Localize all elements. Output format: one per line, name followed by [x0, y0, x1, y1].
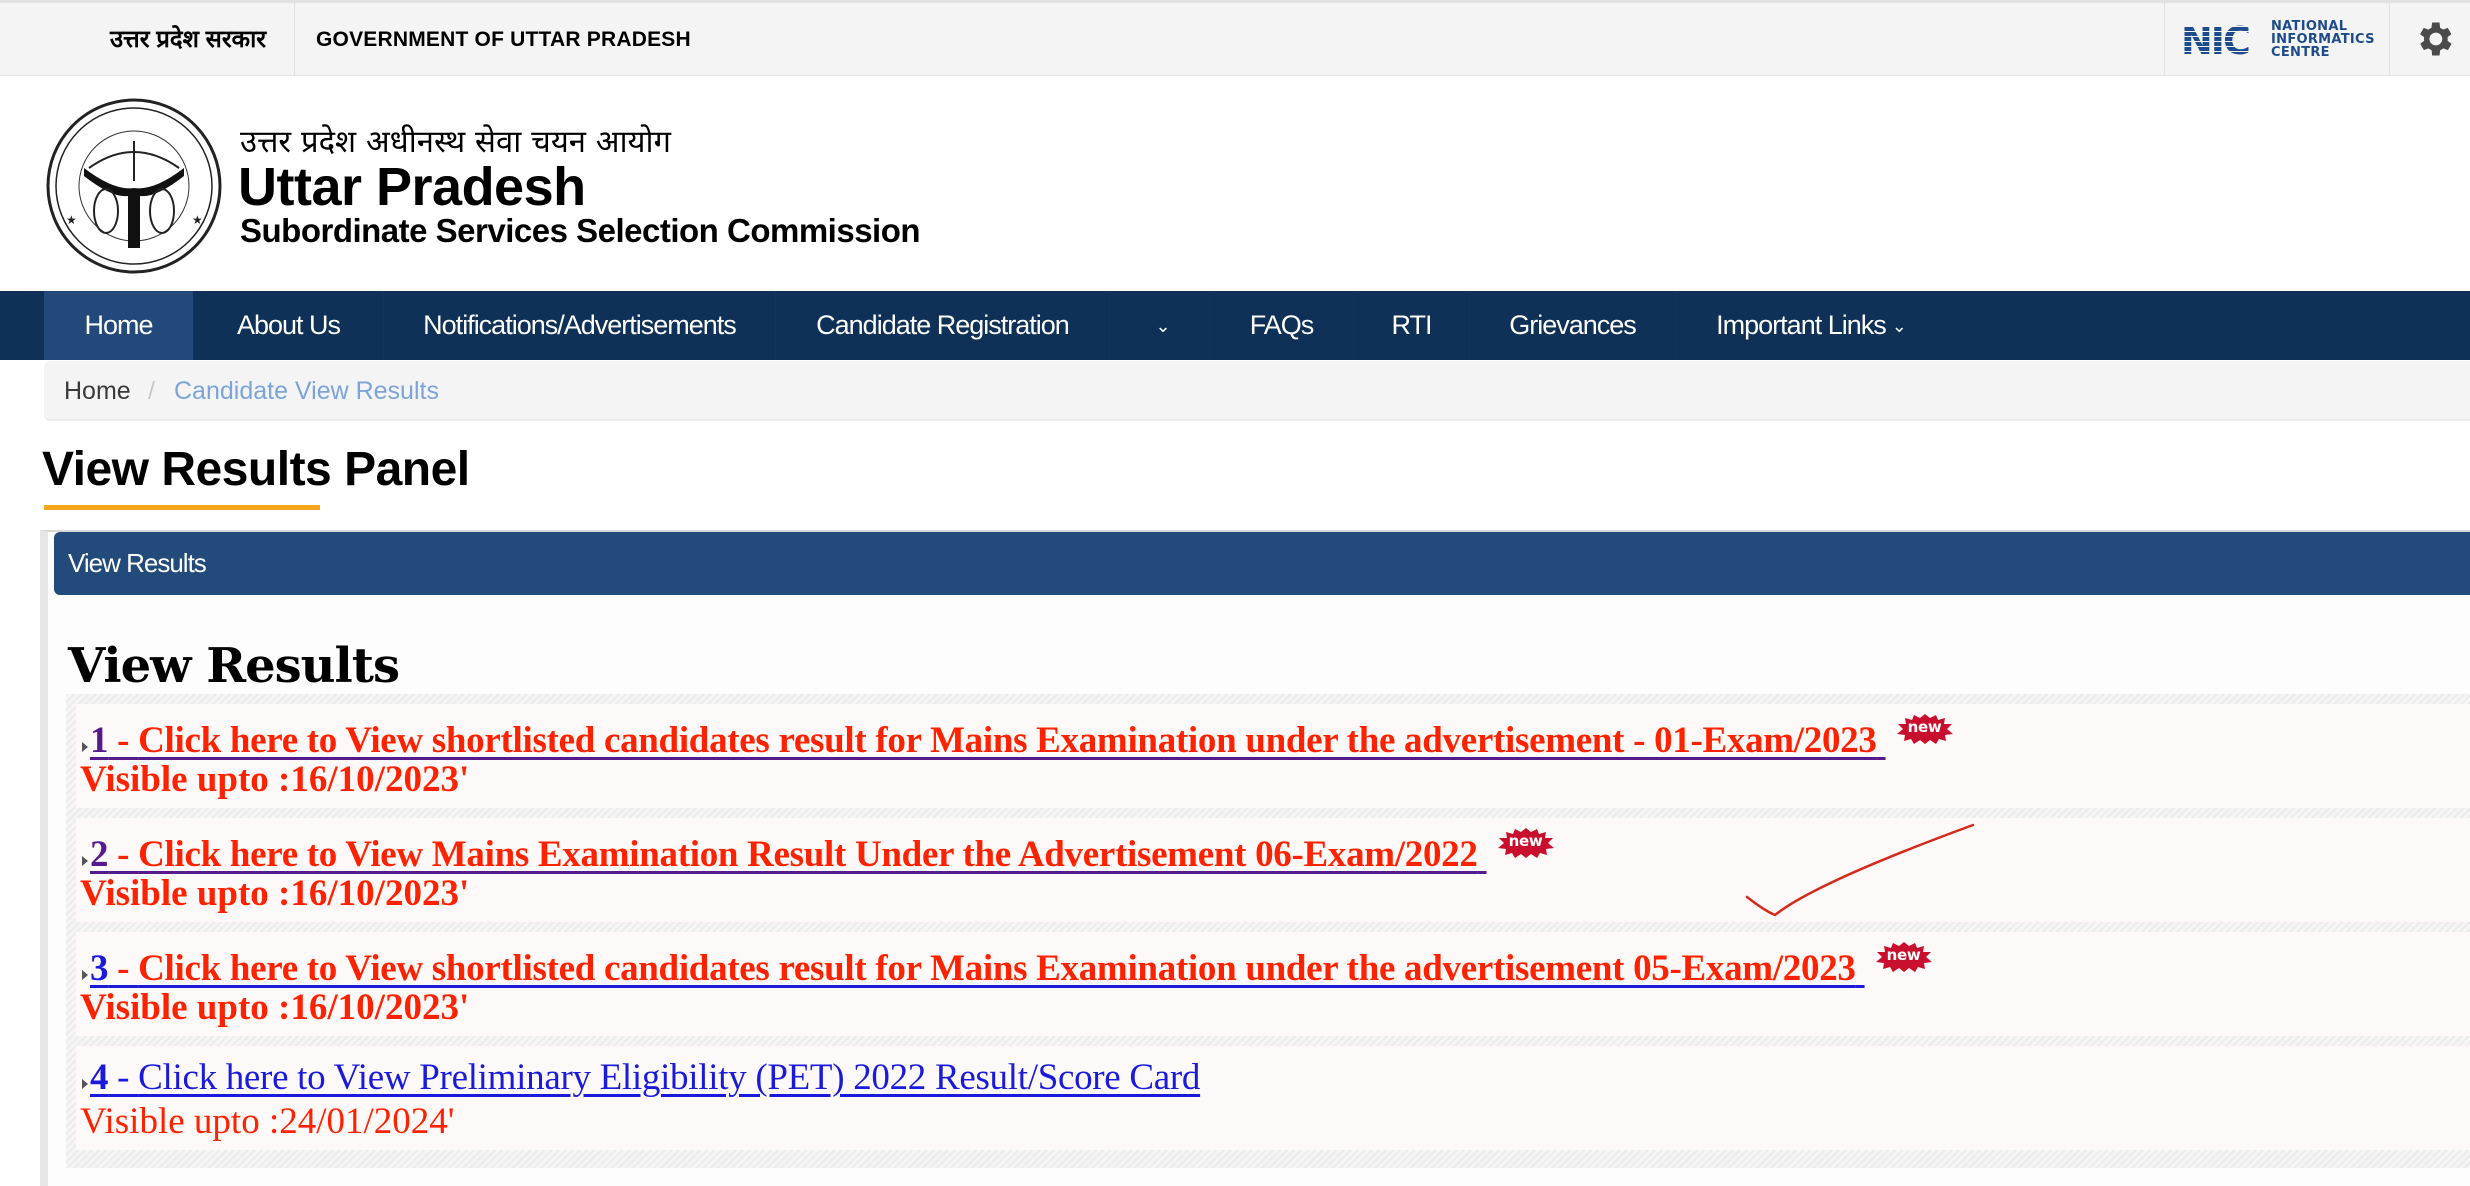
result-dash: - [108, 1057, 139, 1098]
nav-dropdown-toggle[interactable]: ⌄ [1110, 291, 1210, 360]
page-title: View Results Panel [42, 443, 470, 496]
chevron-down-icon: ⌄ [1891, 316, 1907, 336]
chevron-down-icon: ⌄ [1155, 316, 1170, 336]
result-link[interactable]: 1 - Click here to View shortlisted candi… [90, 720, 1886, 761]
site-header: ★ ★ उत्तर प्रदेश अधीनस्थ सेवा चयन आयोग U… [0, 76, 2470, 291]
visible-upto: Visible upto :16/10/2023' [80, 873, 470, 914]
result-link[interactable]: 4 - Click here to View Preliminary Eligi… [90, 1057, 1200, 1098]
breadcrumb-current: Candidate View Results [174, 377, 439, 405]
nav-label: Notifications/Advertisements [423, 310, 737, 340]
nav-label: FAQs [1249, 310, 1315, 340]
brand-title: Uttar Pradesh [238, 157, 586, 217]
nav-grievances[interactable]: Grievances [1470, 291, 1676, 360]
result-link[interactable]: 3 - Click here to View shortlisted candi… [90, 948, 1865, 989]
breadcrumb-home[interactable]: Home [64, 361, 131, 421]
nav-label: Candidate Registration [816, 310, 1070, 340]
view-results-panel: View Results View Results 1 - Click here… [40, 530, 2470, 1186]
nav-label: About Us [236, 310, 341, 340]
nic-logo-text: NATIONAL INFORMATICS CENTRE [2271, 20, 2375, 59]
nav-rti[interactable]: RTI [1354, 291, 1470, 360]
result-text: Click here to View shortlisted candidate… [138, 720, 1877, 761]
result-number: 3 [90, 948, 109, 989]
nav-faqs[interactable]: FAQs [1210, 291, 1354, 360]
result-dash: - [108, 948, 139, 989]
breadcrumb: Home / Candidate View Results [44, 361, 2470, 421]
new-badge-icon: new [1497, 828, 1555, 858]
gov-hindi-label: उत्तर प्रदेश सरकार [110, 26, 267, 53]
bullet-arrow-icon [82, 1079, 88, 1089]
result-text: Click here to View shortlisted candidate… [138, 948, 1856, 989]
results-list: 1 - Click here to View shortlisted candi… [66, 694, 2470, 1168]
nav-home[interactable]: Home [44, 291, 194, 360]
bullet-arrow-icon [82, 970, 88, 980]
nic-text-line: CENTRE [2271, 45, 2330, 60]
main-navigation: Home About Us Notifications/Advertisemen… [0, 291, 2470, 360]
gov-english-label: GOVERNMENT OF UTTAR PRADESH [316, 28, 691, 51]
result-item: 4 - Click here to View Preliminary Eligi… [76, 1046, 2470, 1150]
panel-header: View Results [54, 532, 2470, 595]
new-badge-icon: new [1875, 942, 1933, 972]
result-number: 1 [90, 720, 109, 761]
divider [294, 3, 295, 76]
result-number: 2 [90, 834, 109, 875]
government-top-bar: उत्तर प्रदेश सरकार GOVERNMENT OF UTTAR P… [0, 0, 2470, 76]
nic-logo-mark: NIC [2181, 19, 2251, 63]
nav-candidate-registration[interactable]: Candidate Registration [776, 291, 1110, 360]
visible-upto: Visible upto :16/10/2023' [80, 759, 470, 800]
result-dash: - [108, 720, 139, 761]
nav-notifications[interactable]: Notifications/Advertisements [384, 291, 776, 360]
result-item: 3 - Click here to View shortlisted candi… [76, 932, 2470, 1036]
panel-header-title: View Results [68, 548, 207, 578]
result-text: Click here to View Preliminary Eligibili… [138, 1057, 1201, 1098]
result-number: 4 [90, 1057, 109, 1098]
bullet-arrow-icon [82, 742, 88, 752]
visible-upto: Visible upto :24/01/2024' [80, 1101, 455, 1142]
result-text: Click here to View Mains Examination Res… [138, 834, 1478, 875]
result-dash: - [108, 834, 139, 875]
up-emblem-icon[interactable]: ★ ★ [44, 96, 224, 276]
nav-label: Important Links [1716, 310, 1887, 340]
nav-about-us[interactable]: About Us [194, 291, 384, 360]
nic-logo[interactable]: NIC NATIONAL INFORMATICS CENTRE [2164, 3, 2390, 76]
nav-label: RTI [1391, 310, 1432, 340]
result-link[interactable]: 2 - Click here to View Mains Examination… [90, 834, 1487, 875]
brand-subtitle: Subordinate Services Selection Commissio… [240, 212, 921, 249]
nav-important-links[interactable]: Important Links ⌄ [1676, 291, 1946, 360]
new-badge-icon: new [1896, 714, 1954, 744]
bullet-arrow-icon [82, 856, 88, 866]
gear-icon[interactable] [2412, 17, 2456, 61]
svg-text:★: ★ [66, 213, 77, 227]
breadcrumb-separator: / [148, 377, 155, 405]
result-item: 1 - Click here to View shortlisted candi… [76, 704, 2470, 808]
nav-label: Grievances [1509, 310, 1637, 340]
results-heading: View Results [68, 638, 400, 694]
title-underline [44, 505, 320, 510]
svg-text:★: ★ [192, 213, 203, 227]
nav-label: Home [84, 310, 153, 340]
result-item: 2 - Click here to View Mains Examination… [76, 818, 2470, 922]
visible-upto: Visible upto :16/10/2023' [80, 987, 470, 1028]
